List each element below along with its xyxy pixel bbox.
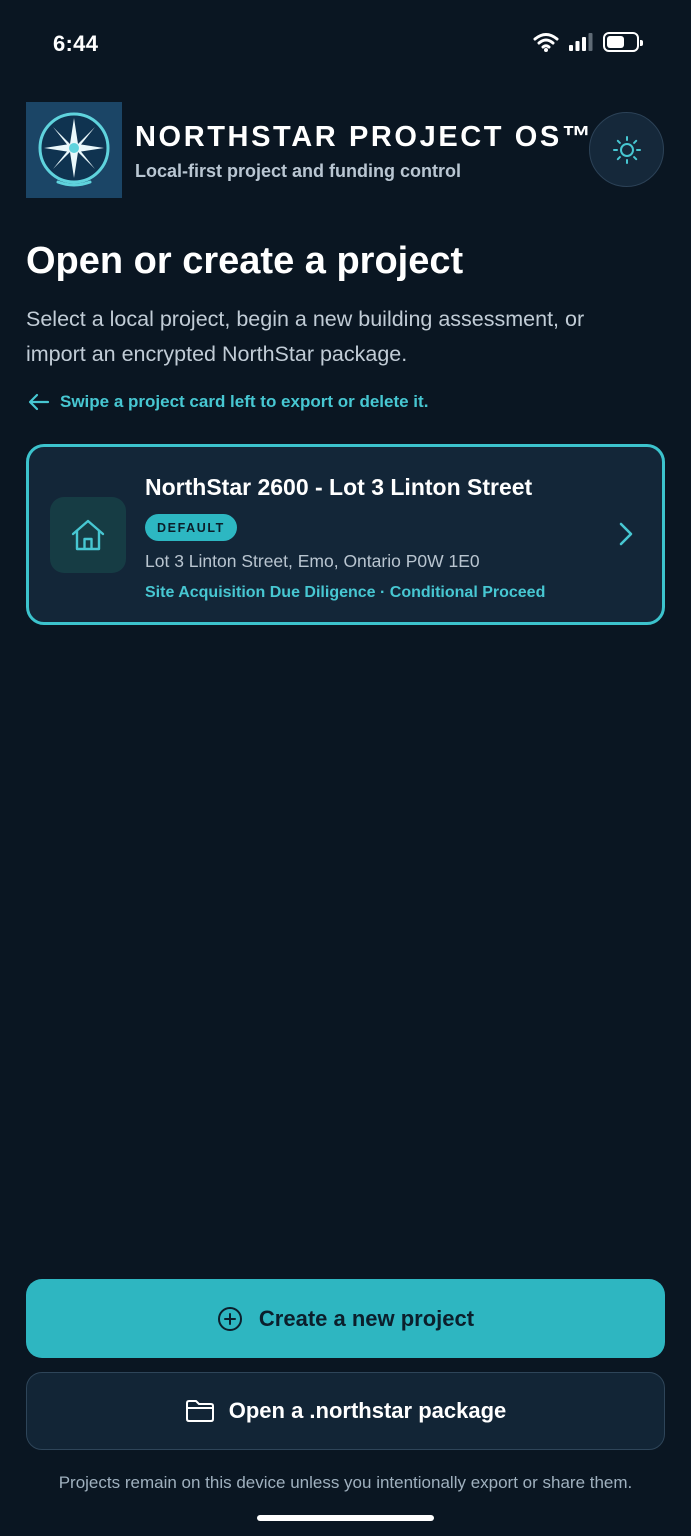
arrow-left-icon bbox=[28, 393, 50, 411]
open-package-label: Open a .northstar package bbox=[228, 1398, 507, 1423]
sun-icon bbox=[612, 135, 641, 164]
project-address: Lot 3 Linton Street, Emo, Ontario P0W 1E… bbox=[145, 551, 480, 571]
project-icon-tile bbox=[50, 497, 126, 573]
swipe-hint-text: Swipe a project card left to export or d… bbox=[60, 392, 429, 411]
battery-cap bbox=[640, 40, 643, 46]
status-time: 6:44 bbox=[53, 31, 99, 56]
chevron-right-icon bbox=[619, 522, 633, 546]
swipe-hint: Swipe a project card left to export or d… bbox=[28, 392, 428, 412]
battery-level-fill bbox=[607, 36, 624, 48]
create-project-button[interactable]: Create a new project bbox=[26, 1279, 665, 1358]
wifi-icon bbox=[533, 33, 559, 52]
page-description: Select a local project, begin a new buil… bbox=[26, 307, 585, 366]
project-card[interactable]: NorthStar 2600 - Lot 3 Linton Street DEF… bbox=[26, 444, 665, 625]
project-status: Site Acquisition Due Diligence · Conditi… bbox=[145, 584, 546, 601]
compass-star-logo bbox=[38, 112, 110, 187]
open-package-button[interactable]: Open a .northstar package bbox=[26, 1372, 665, 1450]
default-badge: DEFAULT bbox=[145, 514, 237, 541]
create-project-label: Create a new project bbox=[258, 1305, 475, 1331]
cellular-signal-icon bbox=[569, 33, 593, 51]
plus-circle-icon bbox=[217, 1306, 242, 1331]
folder-icon bbox=[185, 1400, 214, 1422]
app-title: NORTHSTAR PROJECT OS™ bbox=[135, 121, 594, 153]
app-logo bbox=[26, 102, 122, 198]
app-screen: 6:44 NORTHSTAR PROJECT OS™ Local-first p… bbox=[0, 0, 691, 1536]
app-subtitle: Local-first project and funding control bbox=[135, 161, 461, 181]
project-name: NorthStar 2600 - Lot 3 Linton Street bbox=[145, 474, 533, 500]
page-title: Open or create a project bbox=[26, 240, 464, 282]
footer-note: Projects remain on this device unless yo… bbox=[58, 1473, 633, 1492]
house-icon bbox=[71, 519, 105, 551]
status-icons bbox=[533, 32, 643, 52]
home-indicator[interactable] bbox=[257, 1515, 434, 1521]
theme-toggle-button[interactable] bbox=[589, 112, 664, 187]
battery-icon bbox=[603, 32, 643, 52]
